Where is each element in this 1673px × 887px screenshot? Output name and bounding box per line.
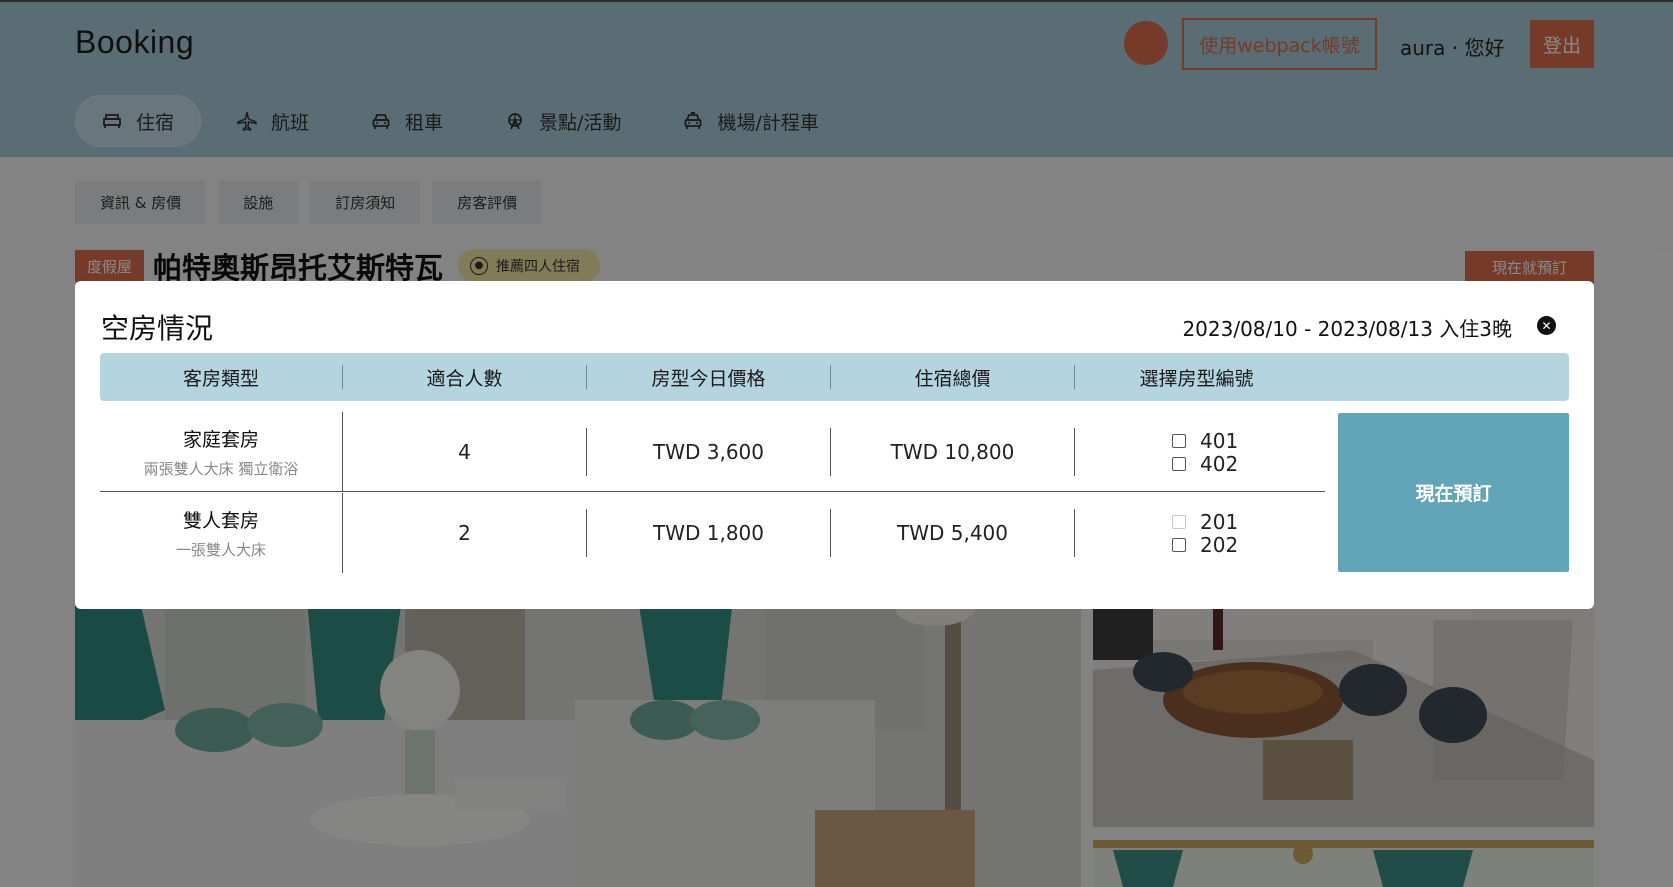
capacity-value: 2 <box>458 521 471 545</box>
room-checkbox-201 <box>1172 514 1186 529</box>
book-now-button[interactable]: 現在預訂 <box>1338 413 1569 572</box>
capacity-cell: 2 <box>343 493 586 573</box>
total-price-cell: TWD 5,400 <box>831 493 1074 573</box>
room-type-cell: 家庭套房 兩張雙人大床 獨立衛浴 <box>100 412 342 492</box>
room-description: 一張雙人大床 <box>175 541 266 559</box>
room-number-options: 201 202 <box>1172 493 1238 573</box>
column-header-select-room: 選擇房型編號 <box>1139 367 1254 390</box>
total-price-value: TWD 10,800 <box>890 440 1015 464</box>
table-header: 客房類型 適合人數 房型今日價格 住宿總價 選擇房型編號 <box>100 353 1569 401</box>
room-checkbox-202[interactable] <box>1172 537 1186 552</box>
room-number-label[interactable]: 202 <box>1200 533 1238 557</box>
column-header-room-type: 客房類型 <box>182 367 259 390</box>
table-row: 家庭套房 兩張雙人大床 獨立衛浴 4 TWD 3,600 TWD 10,800 … <box>100 412 1325 492</box>
availability-modal: 空房情況 2023/08/10 - 2023/08/13 入住3晚 ✕ 客房類型… <box>75 281 1594 609</box>
today-price-value: TWD 1,800 <box>652 521 764 545</box>
room-number-options: 401 402 <box>1172 412 1238 492</box>
room-description: 兩張雙人大床 獨立衛浴 <box>143 460 299 478</box>
today-price-cell: TWD 3,600 <box>587 412 830 492</box>
column-header-today-price: 房型今日價格 <box>651 367 766 390</box>
room-number-label[interactable]: 401 <box>1200 429 1238 453</box>
table-row: 雙人套房 一張雙人大床 2 TWD 1,800 TWD 5,400 201 20… <box>100 493 1325 573</box>
room-option[interactable]: 401 <box>1172 429 1238 453</box>
room-name: 家庭套房 <box>182 429 259 451</box>
room-number-label: 201 <box>1200 509 1239 534</box>
room-option[interactable]: 202 <box>1172 533 1238 557</box>
room-name: 雙人套房 <box>182 510 259 532</box>
room-checkbox-401[interactable] <box>1172 433 1186 448</box>
capacity-value: 4 <box>458 440 471 464</box>
column-header-total-price: 住宿總價 <box>914 367 991 390</box>
room-option: 201 <box>1172 509 1239 534</box>
room-checkbox-402[interactable] <box>1172 456 1186 471</box>
modal-title: 空房情況 <box>101 312 214 345</box>
room-number-label[interactable]: 402 <box>1200 452 1238 476</box>
total-price-value: TWD 5,400 <box>896 521 1008 545</box>
room-option[interactable]: 402 <box>1172 452 1238 476</box>
room-type-cell: 雙人套房 一張雙人大床 <box>100 493 342 573</box>
total-price-cell: TWD 10,800 <box>831 412 1074 492</box>
capacity-cell: 4 <box>343 412 586 492</box>
today-price-value: TWD 3,600 <box>652 440 764 464</box>
close-icon[interactable]: ✕ <box>1537 316 1556 335</box>
column-header-capacity: 適合人數 <box>426 367 503 390</box>
stay-dates: 2023/08/10 - 2023/08/13 入住3晚 <box>1182 317 1512 341</box>
today-price-cell: TWD 1,800 <box>587 493 830 573</box>
